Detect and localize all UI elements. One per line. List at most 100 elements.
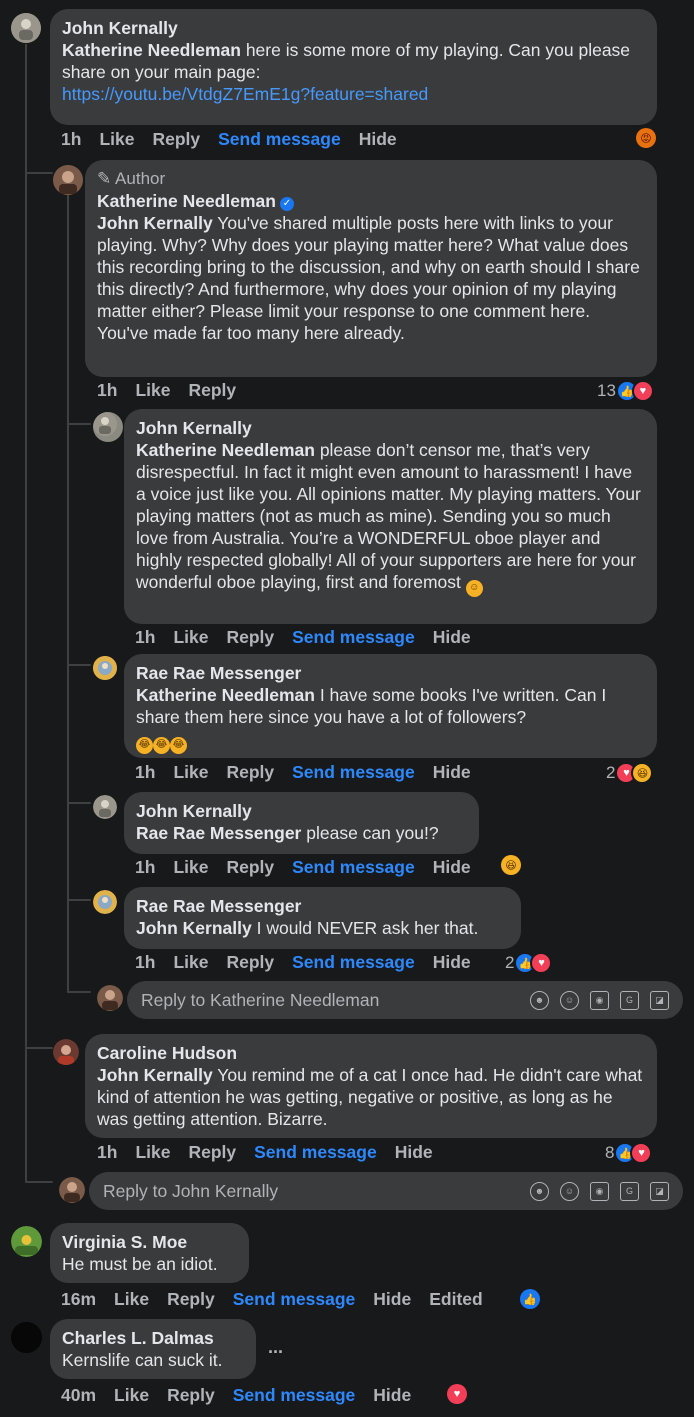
like-button[interactable]: Like (114, 1289, 149, 1310)
avatar[interactable] (11, 1226, 42, 1257)
timestamp[interactable]: 1h (97, 1142, 117, 1163)
more-options-button[interactable]: ... (268, 1337, 283, 1358)
camera-icon[interactable]: ◉ (590, 990, 609, 1010)
reply-button[interactable]: Reply (226, 627, 274, 648)
like-button[interactable]: Like (173, 952, 208, 973)
reply-button[interactable]: Reply (226, 857, 274, 878)
reply-button[interactable]: Reply (167, 1289, 215, 1310)
avatar[interactable] (93, 412, 123, 442)
mention-link[interactable]: John Kernally (97, 1065, 213, 1085)
camera-icon[interactable]: ◉ (590, 1181, 609, 1201)
like-button[interactable]: Like (114, 1385, 149, 1406)
reply-button[interactable]: Reply (226, 762, 274, 783)
reaction-summary[interactable]: 2 ♥ 😆 (606, 762, 654, 784)
reply-button[interactable]: Reply (152, 129, 200, 150)
edited-label[interactable]: Edited (429, 1289, 482, 1310)
comment-bubble: Virginia S. Moe He must be an idiot. (50, 1223, 249, 1283)
comment-author[interactable]: John Kernally (62, 17, 645, 39)
send-message-button[interactable]: Send message (292, 762, 415, 783)
emoji-icon[interactable]: ☺ (560, 990, 579, 1010)
thread-line-branch (25, 1181, 53, 1183)
timestamp[interactable]: 1h (61, 129, 81, 150)
mention-link[interactable]: John Kernally (136, 918, 252, 938)
avatar[interactable] (11, 1322, 42, 1353)
comment-author[interactable]: Virginia S. Moe (62, 1231, 237, 1253)
hide-button[interactable]: Hide (373, 1385, 411, 1406)
reply-input[interactable]: Reply to Katherine Needleman ☻ ☺ ◉ G ◪ (127, 981, 683, 1019)
hide-button[interactable]: Hide (373, 1289, 411, 1310)
like-button[interactable]: Like (135, 1142, 170, 1163)
reaction-summary[interactable]: 8 👍 ♥ (605, 1142, 653, 1164)
gif-icon[interactable]: G (620, 1181, 639, 1201)
timestamp[interactable]: 16m (61, 1289, 96, 1310)
timestamp[interactable]: 1h (135, 627, 155, 648)
timestamp[interactable]: 1h (135, 952, 155, 973)
like-button[interactable]: Like (173, 857, 208, 878)
send-message-button[interactable]: Send message (292, 627, 415, 648)
comment-author[interactable]: Caroline Hudson (97, 1042, 645, 1064)
hide-button[interactable]: Hide (433, 627, 471, 648)
comment-author[interactable]: Rae Rae Messenger (136, 895, 509, 917)
thread-line-branch (67, 664, 91, 666)
sticker-icon[interactable]: ◪ (650, 990, 669, 1010)
avatar-icon (93, 412, 117, 436)
thread-line-branch (67, 899, 91, 901)
avatar-sticker-icon[interactable]: ☻ (530, 1181, 549, 1201)
reaction-summary[interactable]: ♥ (447, 1384, 467, 1404)
send-message-button[interactable]: Send message (254, 1142, 377, 1163)
reply-button[interactable]: Reply (188, 380, 236, 401)
avatar (97, 985, 123, 1011)
sticker-icon[interactable]: ◪ (650, 1181, 669, 1201)
avatar-icon (93, 656, 117, 680)
hide-button[interactable]: Hide (433, 952, 471, 973)
send-message-button[interactable]: Send message (292, 952, 415, 973)
emoji-icon[interactable]: ☺ (560, 1181, 579, 1201)
reaction-summary[interactable]: 2 👍 ♥ (505, 952, 553, 974)
like-button[interactable]: Like (99, 129, 134, 150)
like-button[interactable]: Like (173, 762, 208, 783)
reaction-summary[interactable]: 👍 (520, 1289, 540, 1309)
hide-button[interactable]: Hide (359, 129, 397, 150)
hide-button[interactable]: Hide (395, 1142, 433, 1163)
reply-button[interactable]: Reply (167, 1385, 215, 1406)
mention-link[interactable]: Rae Rae Messenger (136, 823, 301, 843)
reply-input[interactable]: Reply to John Kernally ☻ ☺ ◉ G ◪ (89, 1172, 683, 1210)
comment-author[interactable]: Katherine Needleman ✓ (97, 190, 645, 212)
youtube-link[interactable]: https://youtu.be/VtdgZ7EmE1g?feature=sha… (62, 84, 428, 104)
timestamp[interactable]: 1h (135, 857, 155, 878)
avatar[interactable] (93, 890, 117, 914)
timestamp[interactable]: 1h (97, 380, 117, 401)
avatar[interactable] (11, 13, 41, 43)
reply-button[interactable]: Reply (226, 952, 274, 973)
hide-button[interactable]: Hide (433, 857, 471, 878)
timestamp[interactable]: 40m (61, 1385, 96, 1406)
mention-link[interactable]: Katherine Needleman (136, 685, 315, 705)
comment-author[interactable]: John Kernally (136, 800, 467, 822)
hide-button[interactable]: Hide (433, 762, 471, 783)
avatar[interactable] (53, 1039, 79, 1065)
avatar-sticker-icon[interactable]: ☻ (530, 990, 549, 1010)
avatar[interactable] (93, 795, 117, 819)
mention-link[interactable]: Katherine Needleman (62, 40, 241, 60)
avatar[interactable] (53, 165, 83, 195)
mention-link[interactable]: Katherine Needleman (136, 440, 315, 460)
like-button[interactable]: Like (135, 380, 170, 401)
gif-icon[interactable]: G (620, 990, 639, 1010)
send-message-button[interactable]: Send message (218, 129, 341, 150)
mention-link[interactable]: John Kernally (97, 213, 213, 233)
send-message-button[interactable]: Send message (233, 1385, 356, 1406)
reaction-summary[interactable]: 😆 (501, 855, 521, 875)
comment-author[interactable]: Charles L. Dalmas (62, 1327, 244, 1349)
avatar[interactable] (93, 656, 117, 680)
reaction-summary[interactable]: 😡 (636, 128, 656, 148)
comment-author[interactable]: Rae Rae Messenger (136, 662, 645, 684)
comment-author[interactable]: John Kernally (136, 417, 645, 439)
send-message-button[interactable]: Send message (233, 1289, 356, 1310)
send-message-button[interactable]: Send message (292, 857, 415, 878)
reply-button[interactable]: Reply (188, 1142, 236, 1163)
timestamp[interactable]: 1h (135, 762, 155, 783)
reaction-summary[interactable]: 13 👍 ♥ (597, 380, 654, 402)
love-reaction-icon: ♥ (631, 380, 654, 402)
like-button[interactable]: Like (173, 627, 208, 648)
comment-actions: 1h Like Reply Send message Hide (135, 762, 471, 783)
